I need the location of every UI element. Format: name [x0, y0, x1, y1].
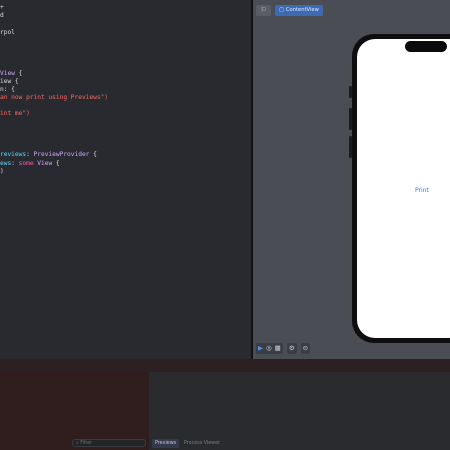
code-line[interactable]	[0, 37, 108, 45]
pin-button[interactable]: ⚐	[256, 5, 271, 16]
code-line[interactable]: n: {	[0, 86, 108, 94]
code-editor[interactable]: + d rpol View {iew {n: {an now print using …	[0, 0, 251, 359]
code-token: +	[0, 4, 4, 11]
code-line[interactable]: )	[0, 168, 108, 176]
code-line[interactable]: rpol	[0, 29, 108, 37]
zoom-group: ⊝	[300, 343, 311, 354]
code-token: d	[0, 12, 4, 20]
filter-icon: ⌕	[76, 441, 79, 446]
code-line[interactable]: an now print using Previews")	[0, 94, 108, 102]
device-side-button	[349, 86, 352, 98]
code-line[interactable]	[0, 20, 108, 28]
live-mode-icon[interactable]: ▶	[258, 343, 263, 354]
device-volume-up	[349, 108, 352, 130]
code-line[interactable]: +	[0, 4, 108, 12]
debug-area-divider[interactable]	[0, 359, 450, 372]
code-token: {	[52, 159, 60, 167]
filter-placeholder: Filter	[80, 441, 93, 446]
canvas-toolbar: ▶ ◎ ▦ ⚙ ⊝	[256, 343, 311, 354]
device-volume-down	[349, 136, 352, 158]
dynamic-island	[405, 41, 447, 52]
code-token: PreviewProvider	[33, 151, 90, 159]
selectable-mode-icon[interactable]: ◎	[266, 343, 272, 354]
device-settings-group: ⚙	[286, 343, 297, 354]
code-lines[interactable]: + d rpol View {iew {n: {an now print using …	[0, 4, 108, 176]
code-token: {	[14, 69, 23, 77]
code-line[interactable]	[0, 143, 108, 151]
code-line[interactable]: iew {	[0, 78, 108, 86]
zoom-icon[interactable]: ⊝	[303, 343, 308, 354]
code-token: n: {	[0, 85, 15, 93]
tab-previews[interactable]: Previews	[152, 439, 180, 448]
code-token: some	[18, 159, 34, 167]
code-line[interactable]	[0, 45, 108, 53]
code-line[interactable]: View {	[0, 70, 108, 78]
preview-chip-label: ContentView	[285, 7, 319, 13]
variants-icon[interactable]: ▦	[275, 343, 281, 354]
code-line[interactable]	[0, 135, 108, 143]
code-token: rpol	[0, 28, 15, 36]
code-token: View	[0, 69, 15, 77]
code-line[interactable]: ews: some View {	[0, 160, 108, 168]
code-line[interactable]	[0, 61, 108, 69]
preview-selector-chip[interactable]: ▢ ContentView	[275, 5, 323, 16]
code-line[interactable]: reviews: PreviewProvider {	[0, 151, 108, 159]
code-line[interactable]	[0, 53, 108, 61]
code-token: View	[37, 159, 53, 167]
code-token: :	[26, 151, 34, 159]
filter-field[interactable]: ⌕ Filter	[72, 439, 146, 447]
code-line[interactable]	[0, 119, 108, 127]
code-token: int me")	[0, 110, 30, 118]
code-token: :	[11, 159, 19, 167]
tab-process-viewer[interactable]: Process Viewer	[184, 439, 220, 448]
code-token: {	[89, 151, 97, 159]
code-line[interactable]: int me")	[0, 110, 108, 118]
code-line[interactable]	[0, 102, 108, 110]
code-line[interactable]: d	[0, 12, 108, 20]
code-line[interactable]	[0, 127, 108, 135]
code-token: reviews	[0, 151, 27, 159]
device-settings-icon[interactable]: ⚙	[289, 343, 295, 354]
code-token: iew {	[0, 77, 19, 85]
code-token: ews	[0, 159, 12, 167]
code-token: )	[0, 167, 4, 175]
canvas-mode-group: ▶ ◎ ▦	[256, 343, 283, 354]
device-screen	[357, 39, 450, 338]
print-button[interactable]: Print	[415, 187, 429, 194]
preview-icon: ▢	[279, 7, 284, 13]
code-token: an now print using Previews")	[0, 94, 109, 102]
pin-icon: ⚐	[260, 6, 267, 14]
